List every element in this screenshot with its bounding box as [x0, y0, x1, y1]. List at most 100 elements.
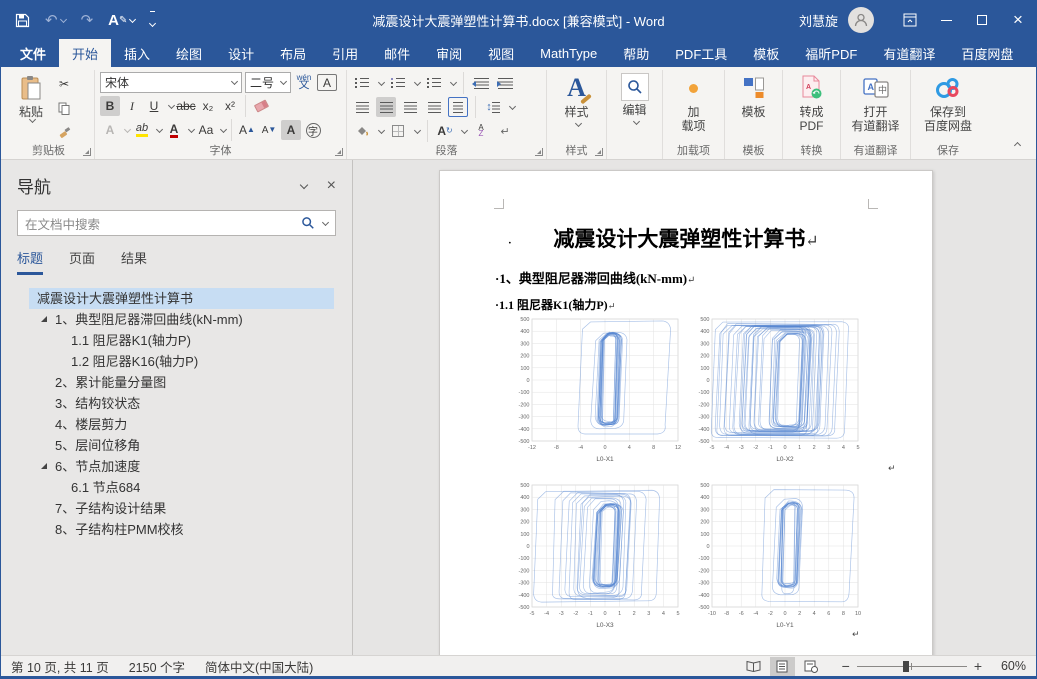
tab-设计[interactable]: 设计: [215, 39, 267, 67]
print-layout-icon[interactable]: [770, 657, 795, 676]
tab-福昕PDF[interactable]: 福昕PDF: [792, 39, 870, 67]
nav-tree-item[interactable]: 4、楼层剪力: [29, 414, 334, 435]
document-page[interactable]: · 减震设计大震弹塑性计算书↵ ·1、典型阻尼器滞回曲线(kN-mm)↵ ·1.…: [439, 170, 933, 655]
search-icon[interactable]: [301, 216, 315, 230]
minimize-button[interactable]: [928, 1, 964, 39]
nav-tree-item[interactable]: 1.1 阻尼器K1(轴力P): [29, 330, 334, 351]
ribbon-display-options-icon[interactable]: [892, 1, 928, 39]
shading-bucket-icon[interactable]: [352, 121, 372, 141]
bold-button[interactable]: B: [100, 96, 120, 116]
asian-layout-icon[interactable]: A↻: [435, 121, 455, 141]
justify-icon[interactable]: [424, 97, 444, 117]
font-dialog-launcher[interactable]: [335, 148, 343, 156]
tab-绘图[interactable]: 绘图: [163, 39, 215, 67]
character-shading-button[interactable]: A: [281, 120, 301, 140]
read-mode-icon[interactable]: [741, 657, 766, 676]
change-case-button[interactable]: Aa: [196, 120, 216, 140]
style-tool-icon[interactable]: A✎: [108, 12, 135, 29]
multilevel-list-icon[interactable]: [424, 73, 444, 93]
nav-tree-item[interactable]: 减震设计大震弹塑性计算书: [29, 288, 334, 309]
tab-邮件[interactable]: 邮件: [371, 39, 423, 67]
nav-tree-item[interactable]: 1、典型阻尼器滞回曲线(kN-mm): [29, 309, 334, 330]
tab-视图[interactable]: 视图: [475, 39, 527, 67]
grow-font-button[interactable]: A▲: [237, 120, 257, 140]
tab-帮助[interactable]: 帮助: [610, 39, 662, 67]
user-avatar[interactable]: [848, 7, 874, 33]
nav-close-icon[interactable]: ×: [327, 178, 336, 194]
templates-button[interactable]: 模板: [730, 71, 777, 121]
zoom-level[interactable]: 60%: [992, 659, 1026, 673]
font-color-dropdown[interactable]: [188, 125, 195, 132]
close-button[interactable]: ×: [1000, 1, 1036, 39]
numbered-list-icon[interactable]: [388, 73, 408, 93]
expand-collapse-icon[interactable]: [41, 463, 47, 469]
zoom-out-icon[interactable]: −: [842, 658, 850, 674]
web-layout-icon[interactable]: [799, 657, 824, 676]
tab-百度网盘[interactable]: 百度网盘: [948, 39, 1026, 67]
convert-pdf-button[interactable]: A 转成 PDF: [788, 71, 835, 136]
nav-tree-item[interactable]: 1.2 阻尼器K16(轴力P): [29, 351, 334, 372]
expand-collapse-icon[interactable]: [41, 316, 47, 322]
nav-tree-item[interactable]: 7、子结构设计结果: [29, 498, 334, 519]
nav-tab-结果[interactable]: 结果: [121, 248, 147, 275]
borders-icon[interactable]: [388, 121, 408, 141]
zoom-slider-thumb[interactable]: [903, 661, 909, 672]
tab-MathType[interactable]: MathType: [527, 39, 610, 67]
tell-me[interactable]: 告诉我: [1026, 39, 1037, 67]
text-effects-dropdown[interactable]: [124, 125, 131, 132]
search-options-chevron-icon[interactable]: [322, 218, 329, 225]
clear-formatting-icon[interactable]: [251, 96, 271, 116]
language-indicator[interactable]: 简体中文(中国大陆): [205, 657, 313, 676]
increase-indent-icon[interactable]: [495, 73, 515, 93]
editing-button[interactable]: 编辑: [612, 71, 657, 126]
nav-tree-item[interactable]: 2、累计能量分量图: [29, 372, 334, 393]
word-count[interactable]: 2150 个字: [129, 657, 185, 676]
zoom-slider[interactable]: [857, 660, 967, 673]
subscript-button[interactable]: x₂: [198, 96, 218, 116]
tab-file[interactable]: 文件: [7, 39, 59, 67]
nav-tab-页面[interactable]: 页面: [69, 248, 95, 275]
bullet-list-icon[interactable]: [352, 73, 372, 93]
align-right-icon[interactable]: [400, 97, 420, 117]
text-effects-button[interactable]: A: [100, 120, 120, 140]
page-indicator[interactable]: 第 10 页, 共 11 页: [11, 657, 109, 676]
enclose-characters-button[interactable]: 字: [303, 120, 323, 140]
tab-审阅[interactable]: 审阅: [423, 39, 475, 67]
collapse-ribbon-icon[interactable]: [1012, 135, 1020, 153]
distribute-icon[interactable]: [448, 97, 468, 117]
underline-button[interactable]: U: [144, 96, 164, 116]
baidu-save-button[interactable]: 保存到 百度网盘: [916, 71, 980, 136]
strikethrough-button[interactable]: abc: [176, 96, 196, 116]
nav-tab-标题[interactable]: 标题: [17, 248, 43, 275]
nav-tree-item[interactable]: 6.1 节点684: [29, 477, 334, 498]
maximize-button[interactable]: [964, 1, 1000, 39]
superscript-button[interactable]: x²: [220, 96, 240, 116]
tab-插入[interactable]: 插入: [111, 39, 163, 67]
sort-icon[interactable]: AZ: [471, 121, 491, 141]
user-name[interactable]: 刘慧旋: [799, 11, 838, 30]
character-border-icon[interactable]: A: [317, 74, 337, 91]
youdao-button[interactable]: A中 打开 有道翻译: [846, 71, 905, 136]
underline-dropdown[interactable]: [168, 101, 175, 108]
highlight-color-button[interactable]: ab: [132, 120, 152, 140]
line-spacing-icon[interactable]: ↕: [483, 97, 503, 117]
paragraph-dialog-launcher[interactable]: [535, 148, 543, 156]
clipboard-dialog-launcher[interactable]: [83, 148, 91, 156]
font-name-select[interactable]: 宋体: [100, 72, 242, 93]
styles-dialog-launcher[interactable]: [595, 148, 603, 156]
cut-icon[interactable]: ✂: [54, 74, 74, 94]
nav-search-input[interactable]: 在文档中搜索: [17, 210, 336, 236]
tab-开始[interactable]: 开始: [59, 39, 111, 67]
undo-icon[interactable]: ↶: [45, 11, 66, 29]
font-color-button[interactable]: A: [164, 120, 184, 140]
styles-button[interactable]: A 样式: [552, 71, 601, 128]
shrink-font-button[interactable]: A▼: [259, 120, 279, 140]
nav-tree-item[interactable]: 3、结构铰状态: [29, 393, 334, 414]
format-painter-icon[interactable]: [54, 122, 74, 142]
phonetic-guide-icon[interactable]: wén文: [294, 73, 314, 93]
addins-button[interactable]: 加 载项: [668, 71, 719, 136]
copy-icon[interactable]: [54, 98, 74, 118]
tab-PDF工具[interactable]: PDF工具: [662, 39, 740, 67]
highlight-dropdown[interactable]: [156, 125, 163, 132]
nav-tree-item[interactable]: 5、层间位移角: [29, 435, 334, 456]
